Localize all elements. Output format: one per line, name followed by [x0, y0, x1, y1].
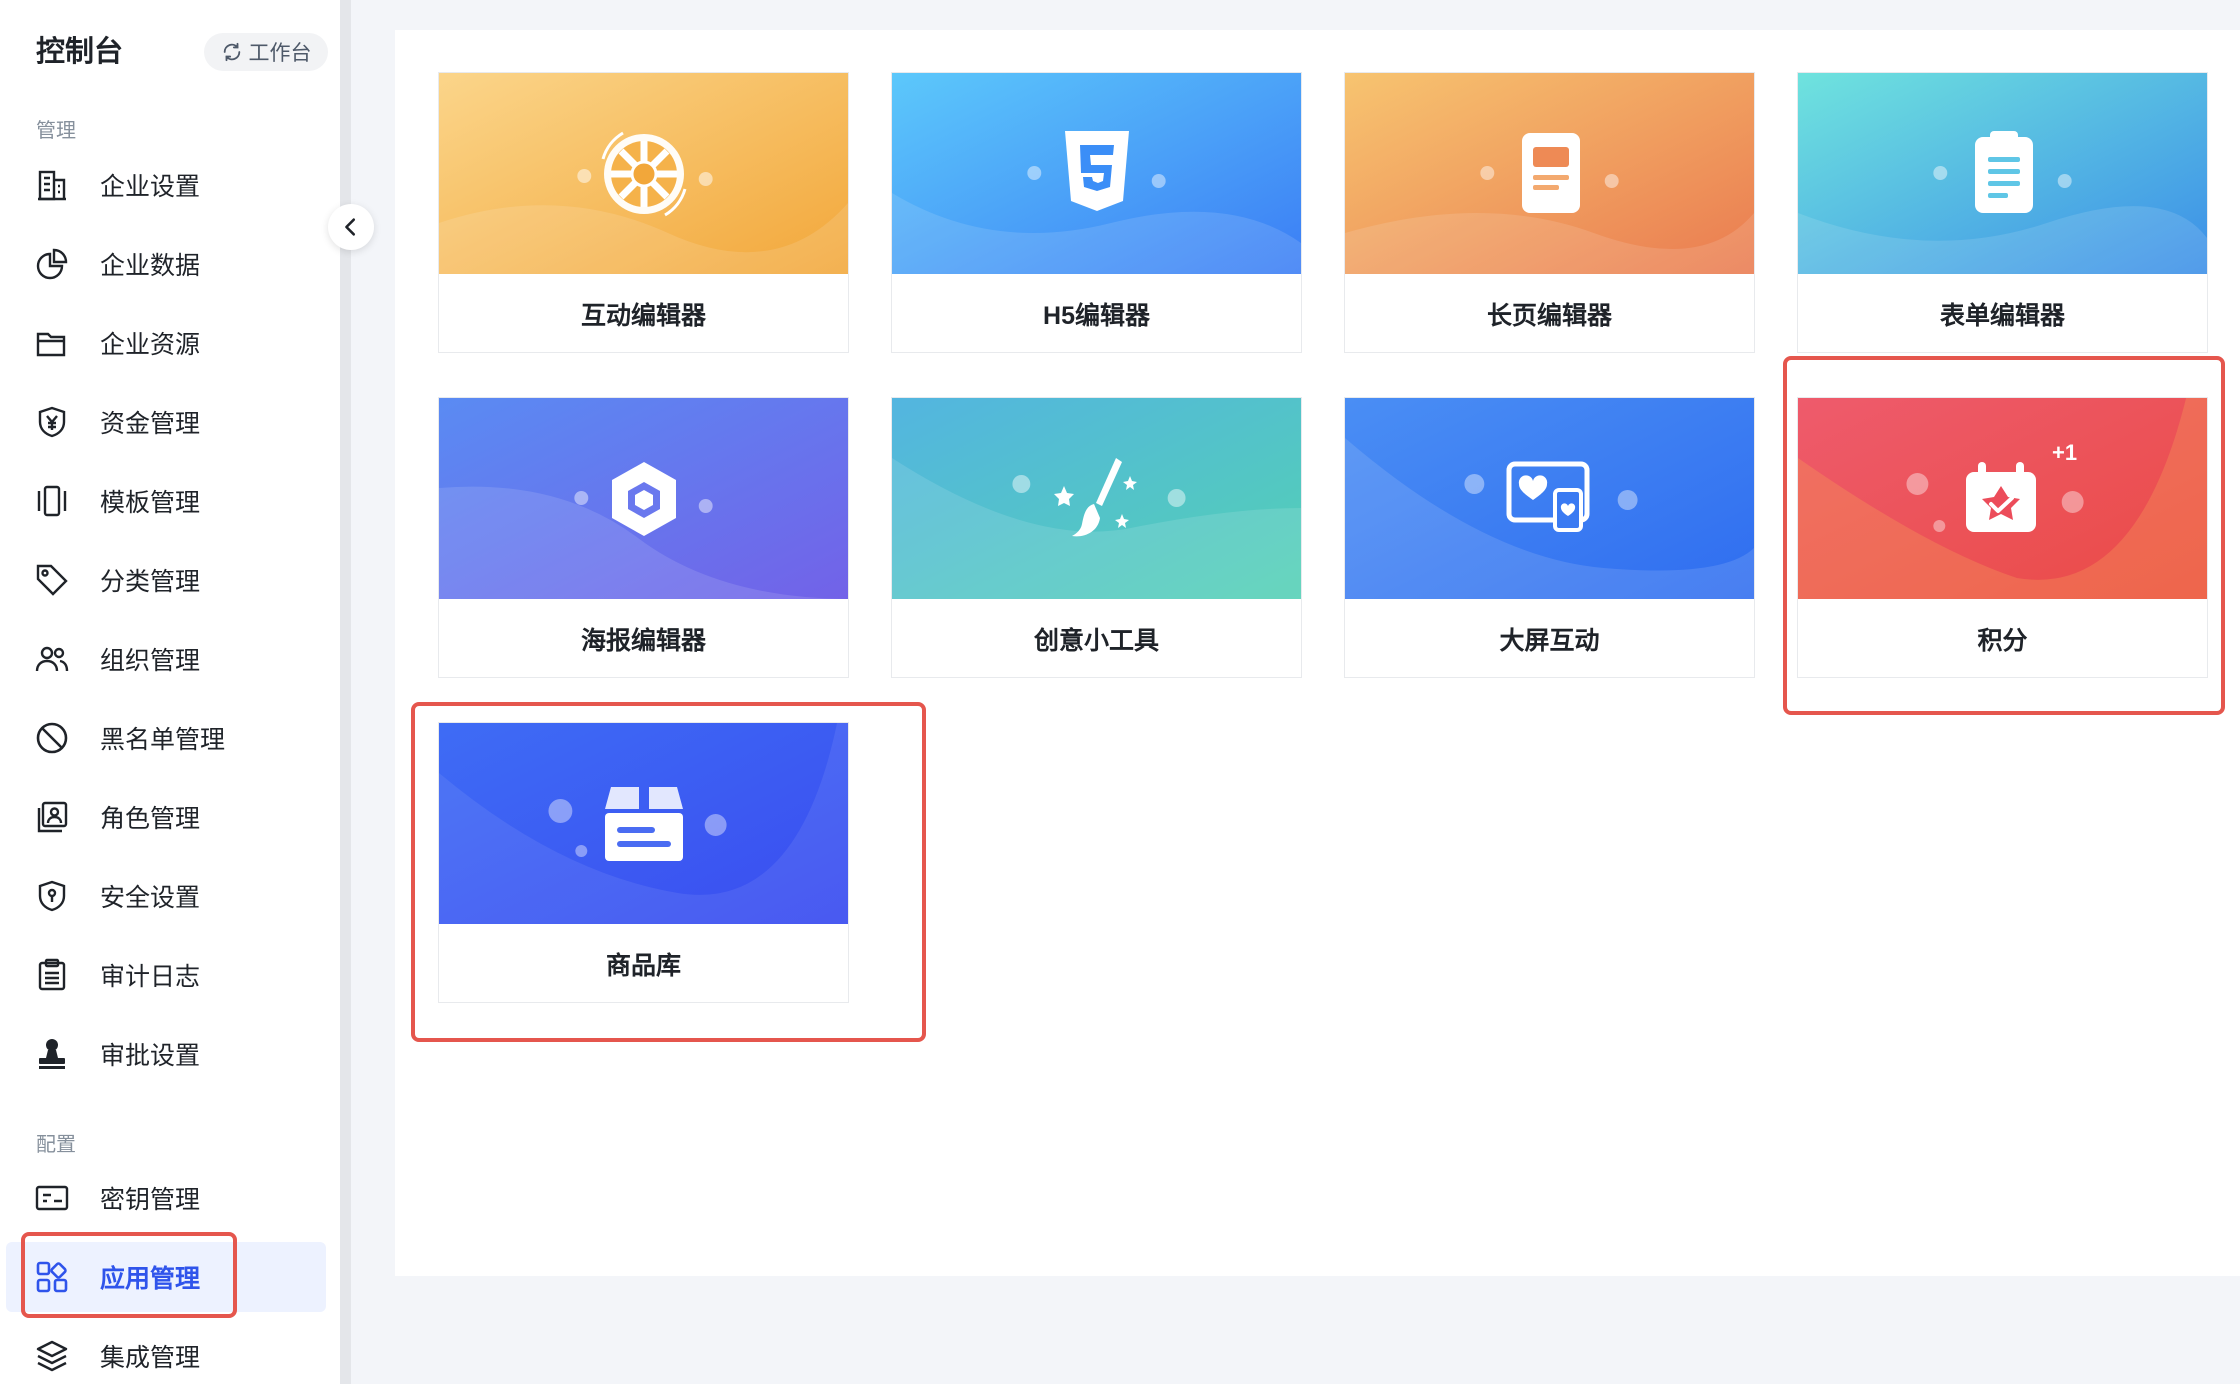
- sidebar-item-label: 应用管理: [100, 1265, 201, 1293]
- refresh-icon: [223, 42, 240, 62]
- form-icon: [1974, 130, 2033, 213]
- sidebar-item-label: 集成管理: [100, 1344, 201, 1372]
- app-card-interactive-editor[interactable]: 互动编辑器: [438, 72, 849, 353]
- app-card-banner: +1: [1798, 398, 2207, 599]
- app-card-banner: [1345, 73, 1754, 274]
- app-root: 控制台 工作台 管理 企业设置 企业数据 企业资源 资金管理 模板管理 分类管理…: [0, 0, 2240, 1384]
- sidebar-item-label: 安全设置: [100, 884, 201, 912]
- app-card-banner: [1798, 73, 2207, 274]
- sidebar-item-label: 黑名单管理: [100, 726, 226, 754]
- app-card-banner: [892, 73, 1301, 274]
- sidebar-item-security[interactable]: 安全设置: [6, 861, 326, 931]
- workbench-button[interactable]: 工作台: [204, 33, 328, 71]
- app-card-h5-editor[interactable]: H5编辑器: [891, 72, 1302, 353]
- screen-heart-icon: [1506, 461, 1589, 532]
- app-card-banner: [1345, 398, 1754, 599]
- users-icon: [34, 641, 70, 677]
- poster-icon: [611, 461, 676, 536]
- sidebar-item-approval[interactable]: 审批设置: [6, 1019, 326, 1089]
- app-card-label: 商品库: [605, 952, 681, 980]
- sidebar-item-label: 密钥管理: [100, 1186, 201, 1214]
- brush-stars-icon: [1053, 457, 1137, 536]
- app-card-label: 创意小工具: [1033, 627, 1159, 655]
- sidebar-item-keys[interactable]: 密钥管理: [6, 1163, 326, 1233]
- sidebar-item-label: 模板管理: [100, 489, 201, 517]
- workbench-label: 工作台: [248, 42, 312, 65]
- group-manage-label: 管理: [36, 120, 76, 142]
- wheel-icon: [601, 131, 686, 216]
- app-card-form-editor[interactable]: 表单编辑器: [1797, 72, 2208, 353]
- layers-icon: [34, 1338, 70, 1374]
- sidebar-item-categories[interactable]: 分类管理: [6, 545, 326, 615]
- app-card-banner: [439, 73, 848, 274]
- sidebar-item-funds[interactable]: 资金管理: [6, 387, 326, 457]
- chevron-left-icon: [345, 218, 356, 236]
- app-card-banner: [892, 398, 1301, 599]
- sidebar-item-label: 分类管理: [100, 568, 201, 596]
- sidebar-item-label: 企业数据: [100, 252, 201, 280]
- app-card-poster-editor[interactable]: 海报编辑器: [438, 397, 849, 678]
- app-card-label: 长页编辑器: [1486, 302, 1612, 330]
- sidebar-item-enterprise-data[interactable]: 企业数据: [6, 229, 326, 299]
- app-card-points[interactable]: +1 积分: [1797, 397, 2208, 678]
- group-config-label: 配置: [36, 1134, 76, 1156]
- app-card-banner: [439, 723, 848, 924]
- sidebar-item-label: 审计日志: [100, 963, 201, 991]
- app-card-product-library[interactable]: 商品库: [438, 722, 849, 1003]
- sidebar-item-audit-log[interactable]: 审计日志: [6, 940, 326, 1010]
- product-box-icon: [604, 786, 683, 861]
- html5-icon: [1064, 130, 1129, 211]
- sidebar-item-label: 角色管理: [100, 805, 201, 833]
- template-icon: [34, 483, 70, 519]
- sidebar-item-label: 企业设置: [100, 173, 201, 201]
- folder-icon: [34, 325, 70, 361]
- points-badge: +1: [2052, 440, 2078, 465]
- points-calendar-icon: [1965, 461, 2036, 532]
- app-card-label: 海报编辑器: [580, 627, 706, 655]
- app-card-label: 互动编辑器: [580, 302, 706, 330]
- sidebar-item-blacklist[interactable]: 黑名单管理: [6, 703, 326, 773]
- app-card-label: 表单编辑器: [1939, 302, 2065, 330]
- sidebar-item-integrations[interactable]: 集成管理: [6, 1321, 326, 1384]
- app-grid-panel: 互动编辑器 H5编辑器 长页编辑器 表单编辑器 海报编辑器 创意小工具 大屏互动…: [395, 30, 2240, 1276]
- sidebar-item-enterprise-resources[interactable]: 企业资源: [6, 308, 326, 378]
- ban-icon: [34, 720, 70, 756]
- sidebar-item-label: 资金管理: [100, 410, 201, 438]
- stamp-icon: [34, 1036, 70, 1072]
- sidebar-item-label: 审批设置: [100, 1042, 201, 1070]
- sidebar-item-enterprise-settings[interactable]: 企业设置: [6, 150, 326, 220]
- collapse-sidebar-button[interactable]: [328, 204, 374, 250]
- tag-icon: [34, 562, 70, 598]
- app-card-label: H5编辑器: [1043, 302, 1150, 330]
- sidebar-item-label: 企业资源: [100, 331, 201, 359]
- sidebar-item-app-management[interactable]: 应用管理: [6, 1242, 326, 1312]
- app-card-big-screen[interactable]: 大屏互动: [1344, 397, 1755, 678]
- shield-keyhole-icon: [34, 878, 70, 914]
- key-card-icon: [34, 1180, 70, 1216]
- app-card-label: 积分: [1977, 627, 2028, 655]
- sidebar-item-organization[interactable]: 组织管理: [6, 624, 326, 694]
- role-icon: [34, 799, 70, 835]
- app-card-label: 大屏互动: [1499, 627, 1600, 655]
- sidebar-item-templates[interactable]: 模板管理: [6, 466, 326, 536]
- sidebar-item-roles[interactable]: 角色管理: [6, 782, 326, 852]
- app-card-creative-tools[interactable]: 创意小工具: [891, 397, 1302, 678]
- clipboard-icon: [34, 957, 70, 993]
- pie-chart-icon: [34, 246, 70, 282]
- apps-icon: [34, 1259, 70, 1295]
- sidebar: 控制台 工作台 管理 企业设置 企业数据 企业资源 资金管理 模板管理 分类管理…: [0, 0, 340, 1384]
- shield-yuan-icon: [34, 404, 70, 440]
- building-icon: [34, 167, 70, 203]
- app-card-banner: [439, 398, 848, 599]
- long-page-icon: [1521, 132, 1580, 213]
- sidebar-item-label: 组织管理: [100, 647, 201, 675]
- app-card-long-page-editor[interactable]: 长页编辑器: [1344, 72, 1755, 353]
- sidebar-title: 控制台: [36, 36, 124, 68]
